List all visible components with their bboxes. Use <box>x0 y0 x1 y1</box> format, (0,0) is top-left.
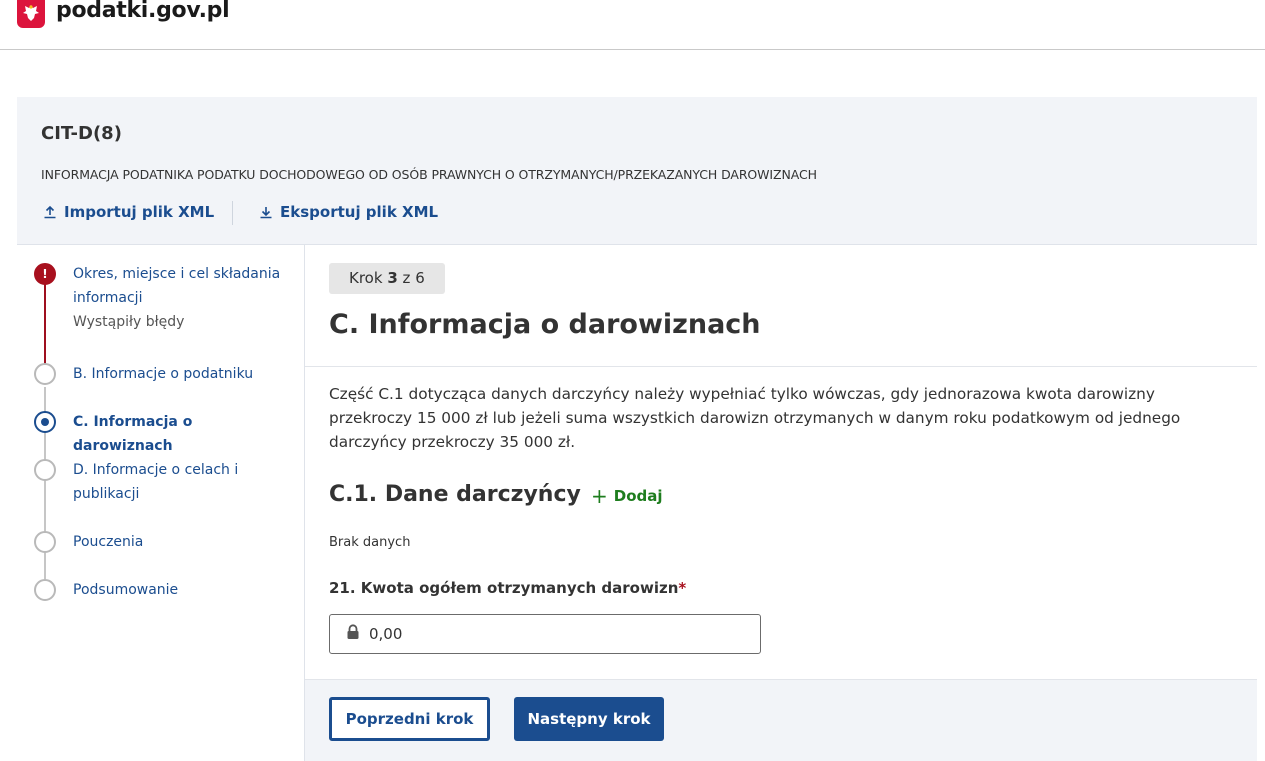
step-item-cele[interactable]: D. Informacje o celach i publikacji <box>73 458 293 506</box>
next-step-button[interactable]: Następny krok <box>514 697 664 741</box>
main-content: Krok 3 z 6 C. Informacja o darowiznach C… <box>305 245 1257 679</box>
step-item-podsumowanie[interactable]: Podsumowanie <box>73 578 293 602</box>
required-mark: * <box>678 579 687 597</box>
step-counter-badge: Krok 3 z 6 <box>329 263 445 294</box>
link-divider <box>232 201 233 225</box>
step-item-podatnik[interactable]: B. Informacje o podatniku <box>73 362 293 386</box>
plus-icon: + <box>591 484 608 508</box>
add-label: Dodaj <box>613 487 663 505</box>
lock-icon <box>346 624 360 644</box>
previous-step-button[interactable]: Poprzedni krok <box>329 697 490 741</box>
footer-navigation: Poprzedni krok Następny krok <box>305 679 1257 761</box>
site-logo-text[interactable]: podatki.gov.pl <box>56 0 230 23</box>
upload-icon <box>43 205 57 219</box>
step-node-c-active <box>34 411 56 433</box>
step-node-podsumowanie <box>34 579 56 601</box>
amount-field[interactable]: 0,00 <box>329 614 761 654</box>
info-paragraph: Część C.1 dotycząca danych darczyńcy nal… <box>329 385 1181 451</box>
steps-sidebar: ! Okres, miejsce i cel składania informa… <box>17 245 305 761</box>
step-node-d <box>34 459 56 481</box>
amount-field-value: 0,00 <box>369 625 403 643</box>
export-xml-label: Eksportuj plik XML <box>280 203 439 221</box>
import-xml-link[interactable]: Importuj plik XML <box>43 203 214 221</box>
step-item-pouczenia[interactable]: Pouczenia <box>73 530 293 554</box>
step-item-okres[interactable]: Okres, miejsce i cel składania informacj… <box>73 262 293 310</box>
export-xml-link[interactable]: Eksportuj plik XML <box>259 203 438 221</box>
site-header: podatki.gov.pl <box>0 0 1265 50</box>
polish-eagle-emblem-icon[interactable] <box>17 0 45 28</box>
add-donor-button[interactable]: + Dodaj <box>591 484 663 508</box>
step-node-b <box>34 363 56 385</box>
step-node-pouczenia <box>34 531 56 553</box>
step-current: 3 <box>387 269 398 287</box>
import-xml-label: Importuj plik XML <box>64 203 215 221</box>
step-suffix: z 6 <box>402 269 425 287</box>
step-connector-error <box>44 275 46 377</box>
step-error-text: Wystąpiły błędy <box>73 314 185 330</box>
subsection-title: C.1. Dane darczyńcy <box>329 482 581 507</box>
step-item-darowizny[interactable]: C. Informacja o darowiznach <box>73 410 293 458</box>
form-description: INFORMACJA PODATNIKA PODATKU DOCHODOWEGO… <box>41 167 817 182</box>
section-title: C. Informacja o darowiznach <box>329 309 761 340</box>
download-icon <box>259 205 273 219</box>
step-prefix: Krok <box>349 269 383 287</box>
form-code: CIT-D(8) <box>41 123 122 144</box>
no-data-text: Brak danych <box>329 535 411 550</box>
step-error-icon: ! <box>34 263 56 285</box>
amount-label-text: 21. Kwota ogółem otrzymanych darowizn <box>329 579 679 597</box>
amount-field-label: 21. Kwota ogółem otrzymanych darowizn* <box>329 579 686 597</box>
form-header: CIT-D(8) INFORMACJA PODATNIKA PODATKU DO… <box>17 97 1257 245</box>
content-divider <box>305 366 1257 367</box>
